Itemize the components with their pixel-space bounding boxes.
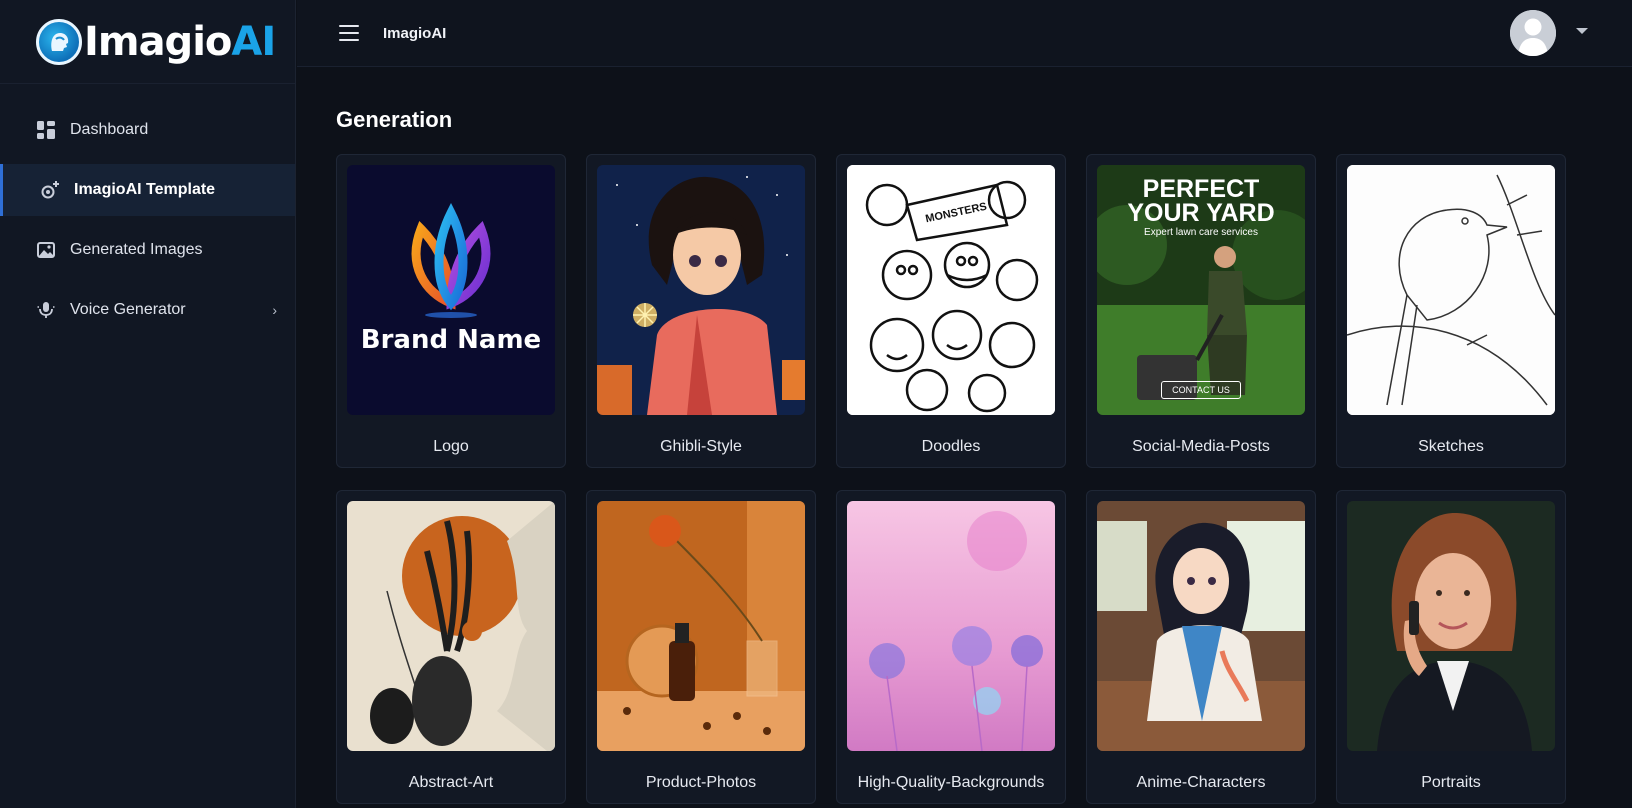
template-card-product-photos[interactable]: Product-Photos	[586, 490, 816, 804]
sidebar: ImagioAI Dashboard ImagioAI Template Gen…	[0, 0, 296, 808]
card-label: Logo	[433, 438, 469, 455]
card-label: Portraits	[1421, 774, 1481, 791]
sidebar-item-dashboard[interactable]: Dashboard	[0, 104, 295, 156]
card-label: High-Quality-Backgrounds	[857, 774, 1045, 791]
main-content: Generation Brand Name Logo Ghibli-Style …	[336, 67, 1632, 808]
template-card-portraits[interactable]: Portraits	[1336, 490, 1566, 804]
template-card-abstract-art[interactable]: Abstract-Art	[336, 490, 566, 804]
chevron-right-icon: ›	[272, 302, 277, 318]
logo-thumb-text: Brand Name	[360, 325, 542, 355]
template-card-doodles[interactable]: MONSTERS Doodles	[836, 154, 1066, 468]
card-label: Ghibli-Style	[660, 438, 742, 455]
template-card-social-media-posts[interactable]: PERFECT YOUR YARD Expert lawn care servi…	[1086, 154, 1316, 468]
card-label: Sketches	[1418, 438, 1484, 455]
card-label: Doodles	[921, 438, 981, 455]
page-title: ImagioAI	[383, 24, 447, 42]
social-thumb-button: CONTACT US	[1161, 381, 1241, 399]
chevron-down-icon[interactable]	[1576, 28, 1588, 34]
doodles-thumbnail: MONSTERS	[847, 165, 1055, 415]
template-icon	[40, 180, 60, 200]
backgrounds-thumbnail	[847, 501, 1055, 751]
sketches-thumbnail	[1347, 165, 1555, 415]
ghibli-thumbnail	[597, 165, 805, 415]
social-thumb-title-2: YOUR YARD	[1127, 199, 1275, 227]
template-card-anime-characters[interactable]: Anime-Characters	[1086, 490, 1316, 804]
microphone-icon	[36, 300, 56, 320]
sidebar-item-label: Generated Images	[70, 241, 203, 258]
anime-characters-thumbnail	[1097, 501, 1305, 751]
sidebar-item-generated-images[interactable]: Generated Images	[0, 224, 295, 276]
menu-toggle-icon[interactable]	[339, 25, 359, 41]
dashboard-icon	[36, 120, 56, 140]
product-photos-thumbnail	[597, 501, 805, 751]
card-label: Product-Photos	[645, 774, 757, 791]
card-label: Social-Media-Posts	[1132, 438, 1270, 455]
template-card-high-quality-backgrounds[interactable]: High-Quality-Backgrounds	[836, 490, 1066, 804]
sidebar-nav: Dashboard ImagioAI Template Generated Im…	[0, 84, 295, 336]
avatar[interactable]	[1510, 10, 1556, 56]
template-card-logo[interactable]: Brand Name Logo	[336, 154, 566, 468]
sidebar-item-imagioai-template[interactable]: ImagioAI Template	[0, 164, 295, 216]
sidebar-item-label: Dashboard	[70, 121, 149, 138]
brand-name-main: Imagio	[84, 18, 232, 65]
sidebar-item-voice-generator[interactable]: Voice Generator ›	[0, 284, 295, 336]
brand-name: ImagioAI	[84, 18, 276, 65]
sidebar-item-label: ImagioAI Template	[74, 181, 216, 198]
template-card-sketches[interactable]: Sketches	[1336, 154, 1566, 468]
sidebar-item-label: Voice Generator	[70, 301, 186, 318]
card-label: Anime-Characters	[1136, 774, 1266, 791]
social-thumb-subtitle: Expert lawn care services	[1144, 227, 1258, 238]
brand-face-icon	[36, 18, 82, 65]
section-title: Generation	[336, 107, 453, 132]
image-icon	[36, 240, 56, 260]
brand-name-accent: AI	[231, 18, 276, 65]
card-label: Abstract-Art	[408, 774, 494, 791]
logo-thumbnail: Brand Name	[347, 165, 555, 415]
topbar: ImagioAI	[297, 0, 1632, 67]
brand-logo[interactable]: ImagioAI	[0, 0, 295, 84]
template-card-ghibli-style[interactable]: Ghibli-Style	[586, 154, 816, 468]
portraits-thumbnail	[1347, 501, 1555, 751]
social-media-thumbnail: PERFECT YOUR YARD Expert lawn care servi…	[1097, 165, 1305, 415]
abstract-art-thumbnail	[347, 501, 555, 751]
